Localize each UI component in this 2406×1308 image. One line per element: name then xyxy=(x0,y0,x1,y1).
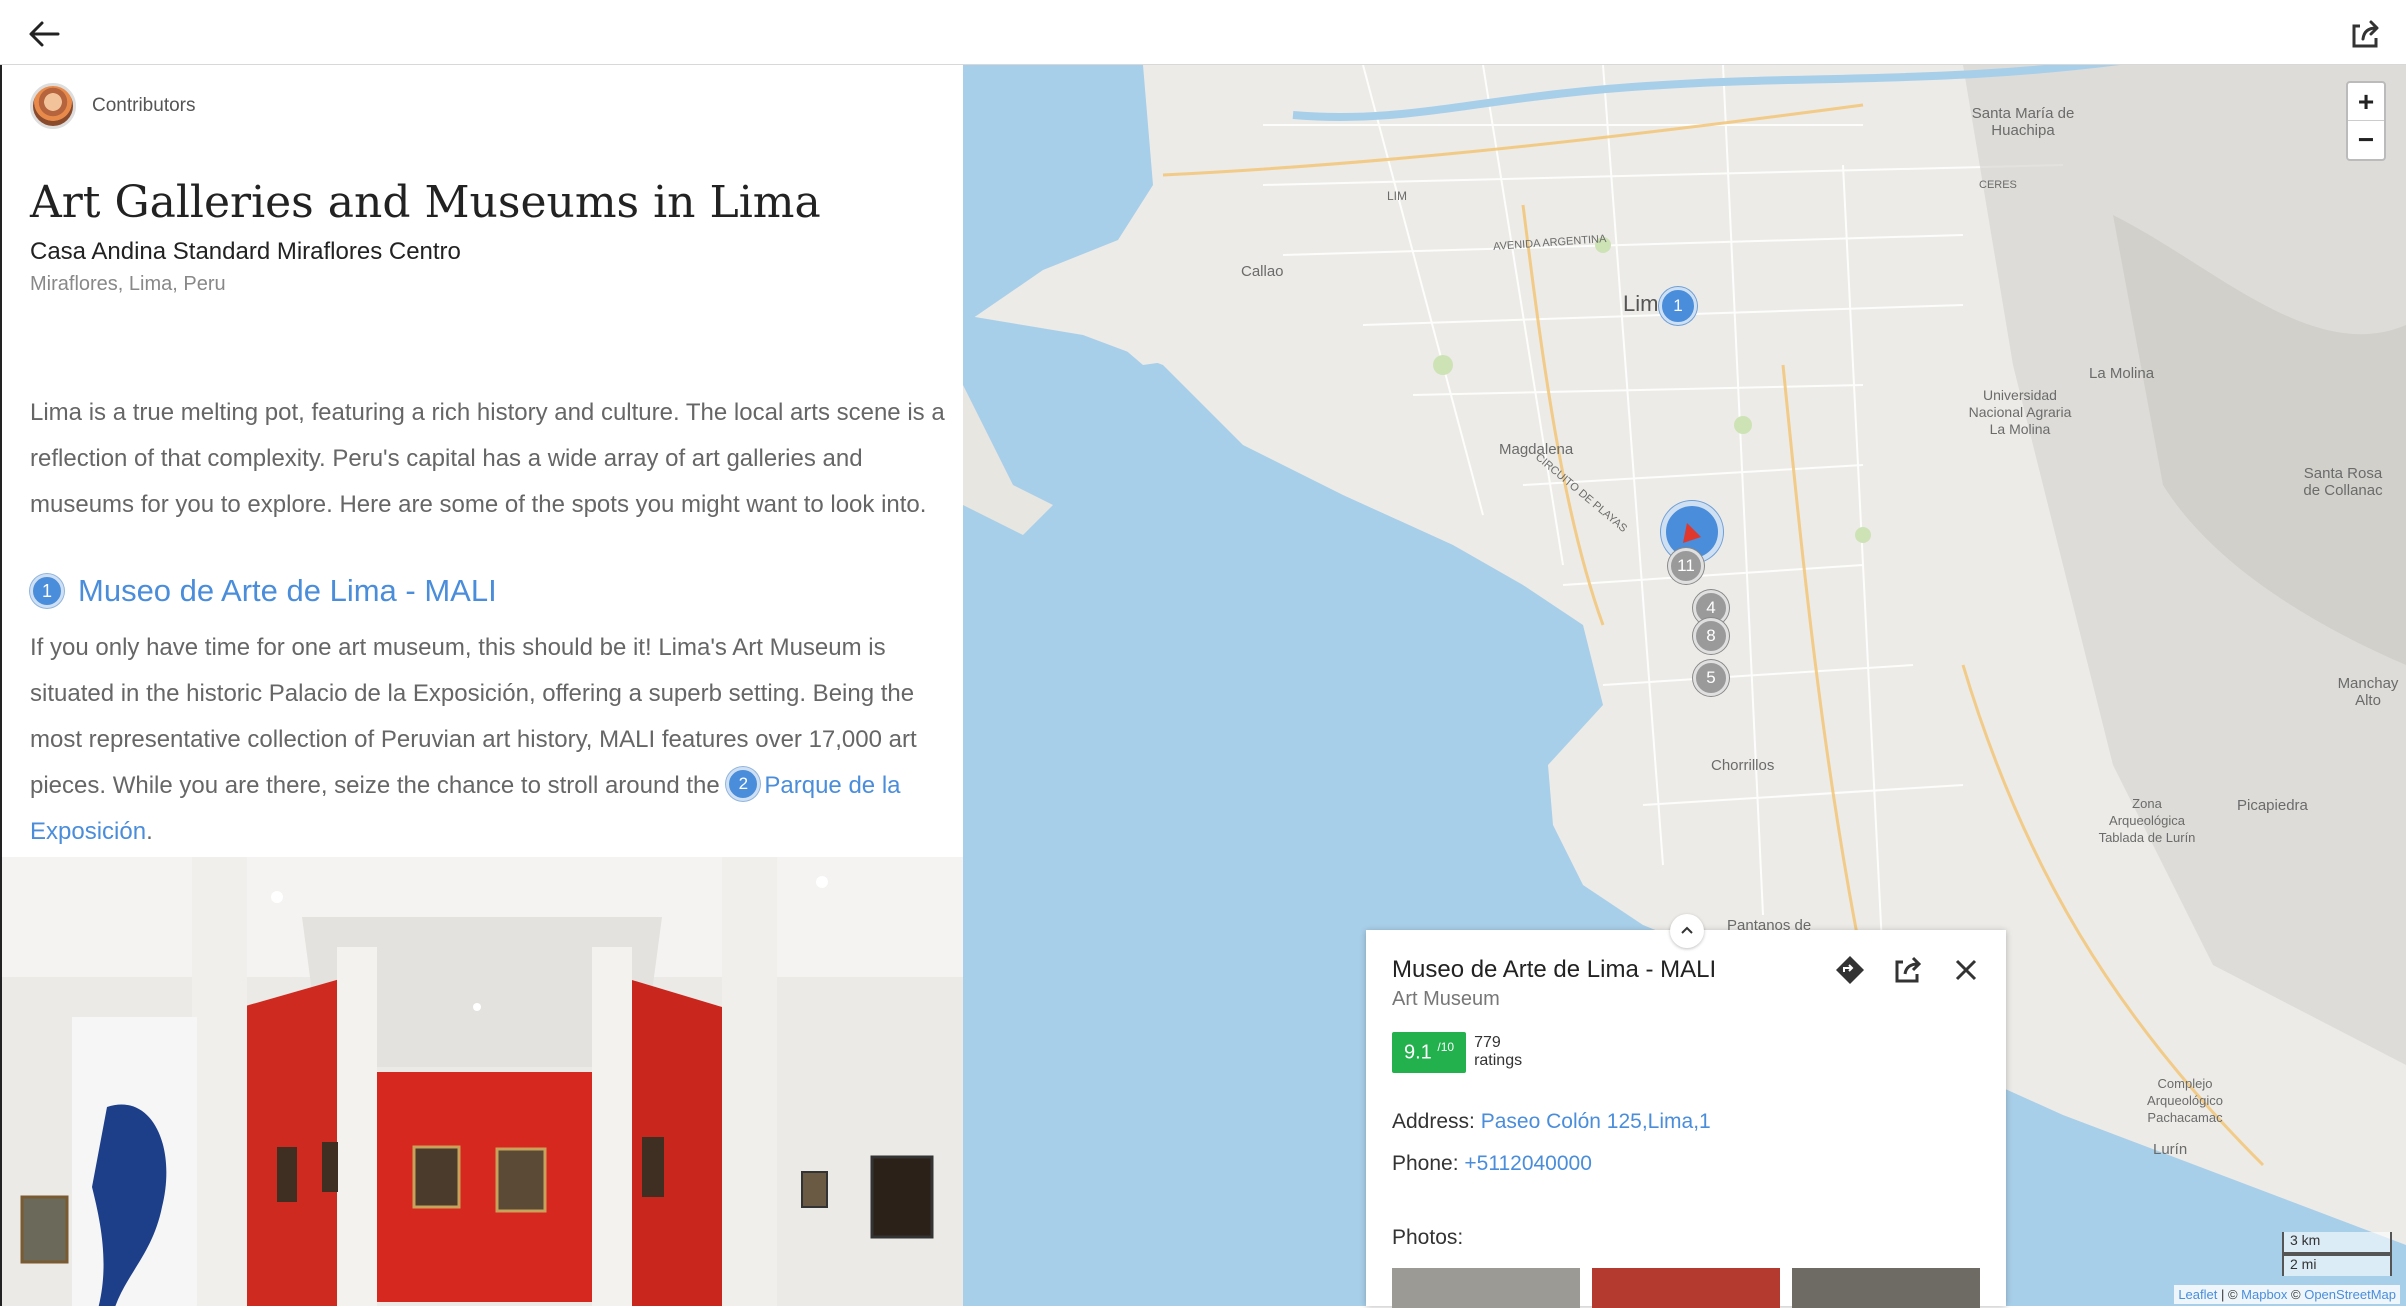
photo-thumbnails xyxy=(1392,1268,1980,1308)
attrib-sep: © xyxy=(2287,1287,2305,1302)
map-label: Callao xyxy=(1241,263,1284,280)
attrib-sep: | © xyxy=(2217,1287,2242,1302)
map-label: Zona Arqueológica Tablada de Lurín xyxy=(2098,796,2196,845)
zoom-in-button[interactable]: + xyxy=(2348,83,2384,121)
avatar[interactable] xyxy=(30,83,76,129)
photo-thumbnail[interactable] xyxy=(1392,1268,1580,1308)
map-marker-1[interactable]: 1 xyxy=(1659,287,1697,325)
ratings-label: ratings xyxy=(1474,1052,1523,1070)
chevron-up-icon[interactable] xyxy=(1670,914,1704,948)
score-max: /10 xyxy=(1437,1040,1455,1054)
map-label: Santa Rosa de Collanac xyxy=(2303,465,2383,499)
map-label: Picapiedra xyxy=(2237,797,2308,814)
scale-bar: 3 km 2 mi xyxy=(2282,1232,2392,1276)
phone-label: Phone: xyxy=(1392,1152,1459,1175)
map-marker-8[interactable]: 8 xyxy=(1693,618,1729,654)
photos-label: Photos: xyxy=(1392,1226,1464,1249)
map-label: Lurín xyxy=(2153,1141,2188,1158)
intro-paragraph: Lima is a true melting pot, featuring a … xyxy=(30,399,945,518)
rating-score: 9.1 /10 xyxy=(1392,1032,1467,1073)
map-label: La Molina xyxy=(2089,365,2155,382)
rating-count: 779 ratings xyxy=(1474,1034,1522,1070)
contributors[interactable]: Contributors xyxy=(30,83,196,129)
osm-link[interactable]: OpenStreetMap xyxy=(2304,1287,2396,1302)
share-icon[interactable] xyxy=(2346,14,2386,54)
address-label: Address: xyxy=(1392,1110,1475,1133)
mapbox-link[interactable]: Mapbox xyxy=(2241,1287,2287,1302)
map-attribution: Leaflet | © Mapbox © OpenStreetMap xyxy=(2174,1285,2400,1304)
close-icon[interactable] xyxy=(1948,952,1984,988)
zoom-out-button[interactable]: − xyxy=(2348,121,2384,159)
map-label: LIM xyxy=(1387,189,1408,203)
map-label: Universidad Nacional Agraria La Molina xyxy=(1968,387,2072,437)
map-label: Santa María de Huachipa xyxy=(1971,105,2075,139)
score-value: 9.1 xyxy=(1404,1041,1432,1064)
phone-row: Phone: +5112040000 xyxy=(1392,1152,1592,1176)
poi-heading[interactable]: 1 Museo de Arte de Lima - MALI xyxy=(30,573,497,609)
address-row: Address: Paseo Colón 125,Lima,1 xyxy=(1392,1110,1711,1134)
map-label: Manchay Alto xyxy=(2337,675,2399,709)
photo-thumbnail[interactable] xyxy=(1792,1268,1980,1308)
page-title: Art Galleries and Museums in Lima xyxy=(30,177,821,228)
top-bar xyxy=(0,0,2406,65)
map-label: Complejo Arqueológico Pachacamac xyxy=(2147,1076,2223,1125)
arrow-left-icon[interactable] xyxy=(24,14,64,54)
address-link[interactable]: Paseo Colón 125,Lima,1 xyxy=(1481,1110,1711,1133)
photo-thumbnail[interactable] xyxy=(1592,1268,1780,1308)
article-panel: Contributors Art Galleries and Museums i… xyxy=(0,65,963,1306)
period: . xyxy=(146,818,153,845)
poi-number-badge[interactable]: 1 xyxy=(30,574,64,608)
map-marker-11[interactable]: 11 xyxy=(1668,548,1704,584)
map-label: CERES xyxy=(1979,179,2017,191)
location-text: Miraflores, Lima, Peru xyxy=(30,273,226,295)
map-label: Chorrillos xyxy=(1711,757,1775,774)
place-popup: Museo de Arte de Lima - MALI Art Museum … xyxy=(1366,914,2006,1308)
map-marker-5[interactable]: 5 xyxy=(1693,660,1729,696)
hotel-name: Casa Andina Standard Miraflores Centro xyxy=(30,238,461,265)
popup-type: Art Museum xyxy=(1392,988,1500,1010)
zoom-control: + − xyxy=(2346,81,2386,161)
leaflet-link[interactable]: Leaflet xyxy=(2178,1287,2217,1302)
phone-link[interactable]: +5112040000 xyxy=(1464,1152,1592,1175)
poi-link-mali[interactable]: Museo de Arte de Lima - MALI xyxy=(78,573,497,609)
scale-km: 3 km xyxy=(2282,1232,2392,1254)
directions-icon[interactable] xyxy=(1832,952,1868,988)
scale-mi: 2 mi xyxy=(2282,1254,2392,1276)
poi-number-badge-2[interactable]: 2 xyxy=(726,766,761,801)
share-icon[interactable] xyxy=(1890,952,1926,988)
contributors-label: Contributors xyxy=(92,95,196,116)
popup-title: Museo de Arte de Lima - MALI xyxy=(1392,956,1717,983)
museum-photo[interactable] xyxy=(2,857,963,1306)
poi-paragraph: If you only have time for one art museum… xyxy=(30,625,950,855)
rating-badge: 9.1 /10 779 ratings xyxy=(1392,1032,1522,1073)
ratings-count-value: 779 xyxy=(1474,1034,1501,1052)
